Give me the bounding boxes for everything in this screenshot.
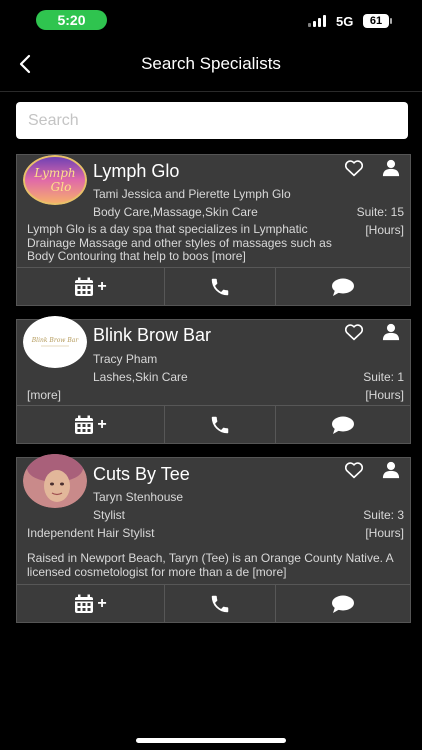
book-appointment-button[interactable]: + (17, 406, 165, 443)
calendar-icon (75, 277, 94, 296)
specialist-name[interactable]: Lymph Glo (93, 161, 179, 182)
specialist-card[interactable]: Lymph Glo Lymph Glo Tami Jessica and Pie… (16, 154, 411, 306)
hours-link[interactable]: [Hours] (365, 223, 404, 237)
calendar-icon (75, 594, 94, 613)
specialist-description[interactable]: Raised in Newport Beach, Taryn (Tee) is … (27, 551, 407, 579)
message-button[interactable] (276, 406, 410, 443)
chat-bubble-icon (332, 416, 354, 434)
specialist-services: Lashes,Skin Care (93, 370, 188, 384)
nav-bar: Search Specialists (0, 40, 422, 88)
specialist-name[interactable]: Blink Brow Bar (93, 325, 211, 346)
specialist-card[interactable]: Cuts By Tee Taryn Stenhouse Stylist Suit… (16, 454, 411, 623)
status-time: 5:20 (36, 10, 107, 30)
signal-icon (308, 15, 328, 27)
card-actions: + (17, 405, 410, 443)
more-link[interactable]: [more] (27, 388, 61, 402)
specialist-role: Stylist (93, 508, 126, 522)
heart-icon[interactable] (344, 159, 364, 177)
hours-link[interactable]: [Hours] (365, 388, 404, 402)
chat-bubble-icon (332, 595, 354, 613)
status-bar: 5:20 5G 61 (0, 0, 422, 40)
search-input[interactable] (16, 102, 408, 139)
specialist-suite: Suite: 3 (363, 508, 404, 522)
svg-text:Blink Brow Bar: Blink Brow Bar (31, 337, 80, 344)
phone-icon (211, 416, 229, 433)
battery-icon: 61 (363, 14, 392, 28)
card-actions: + (17, 267, 410, 305)
specialist-photo (23, 454, 87, 508)
specialist-card[interactable]: Blink Brow Bar Blink Brow Bar Tracy Pham… (16, 316, 411, 444)
svg-text:Glo: Glo (51, 180, 72, 194)
person-icon[interactable] (382, 461, 400, 479)
heart-icon[interactable] (344, 461, 364, 479)
plus-label: + (97, 277, 107, 295)
calendar-icon (75, 415, 94, 434)
call-button[interactable] (165, 268, 276, 305)
svg-text:Lymph: Lymph (33, 166, 75, 180)
specialist-staff: Tami Jessica and Pierette Lymph Glo (93, 187, 291, 201)
home-indicator (136, 738, 286, 743)
specialist-suite: Suite: 15 (356, 205, 404, 219)
plus-label: + (97, 594, 107, 612)
specialist-description[interactable]: Lymph Glo is a day spa that specializes … (27, 222, 347, 264)
specialist-suite: Suite: 1 (363, 370, 404, 384)
heart-icon[interactable] (344, 323, 364, 341)
phone-icon (211, 278, 229, 295)
specialist-logo: Lymph Glo (23, 155, 87, 205)
specialist-staff: Tracy Pham (93, 352, 158, 366)
book-appointment-button[interactable]: + (17, 585, 165, 622)
person-icon[interactable] (382, 323, 400, 341)
network-type: 5G (336, 14, 354, 29)
hours-link[interactable]: [Hours] (365, 526, 404, 540)
phone-icon (211, 595, 229, 612)
specialist-services: Body Care,Massage,Skin Care (93, 205, 258, 219)
nav-divider (0, 91, 422, 92)
message-button[interactable] (276, 585, 410, 622)
book-appointment-button[interactable]: + (17, 268, 165, 305)
person-icon[interactable] (382, 159, 400, 177)
page-title: Search Specialists (141, 54, 281, 73)
specialist-name[interactable]: Cuts By Tee (93, 464, 190, 485)
call-button[interactable] (165, 585, 276, 622)
message-button[interactable] (276, 268, 410, 305)
plus-label: + (97, 415, 107, 433)
chat-bubble-icon (332, 278, 354, 296)
specialist-staff: Taryn Stenhouse (93, 490, 184, 504)
card-actions: + (17, 584, 410, 622)
specialist-logo: Blink Brow Bar (23, 316, 87, 368)
specialist-services: Independent Hair Stylist (27, 526, 155, 540)
call-button[interactable] (165, 406, 276, 443)
